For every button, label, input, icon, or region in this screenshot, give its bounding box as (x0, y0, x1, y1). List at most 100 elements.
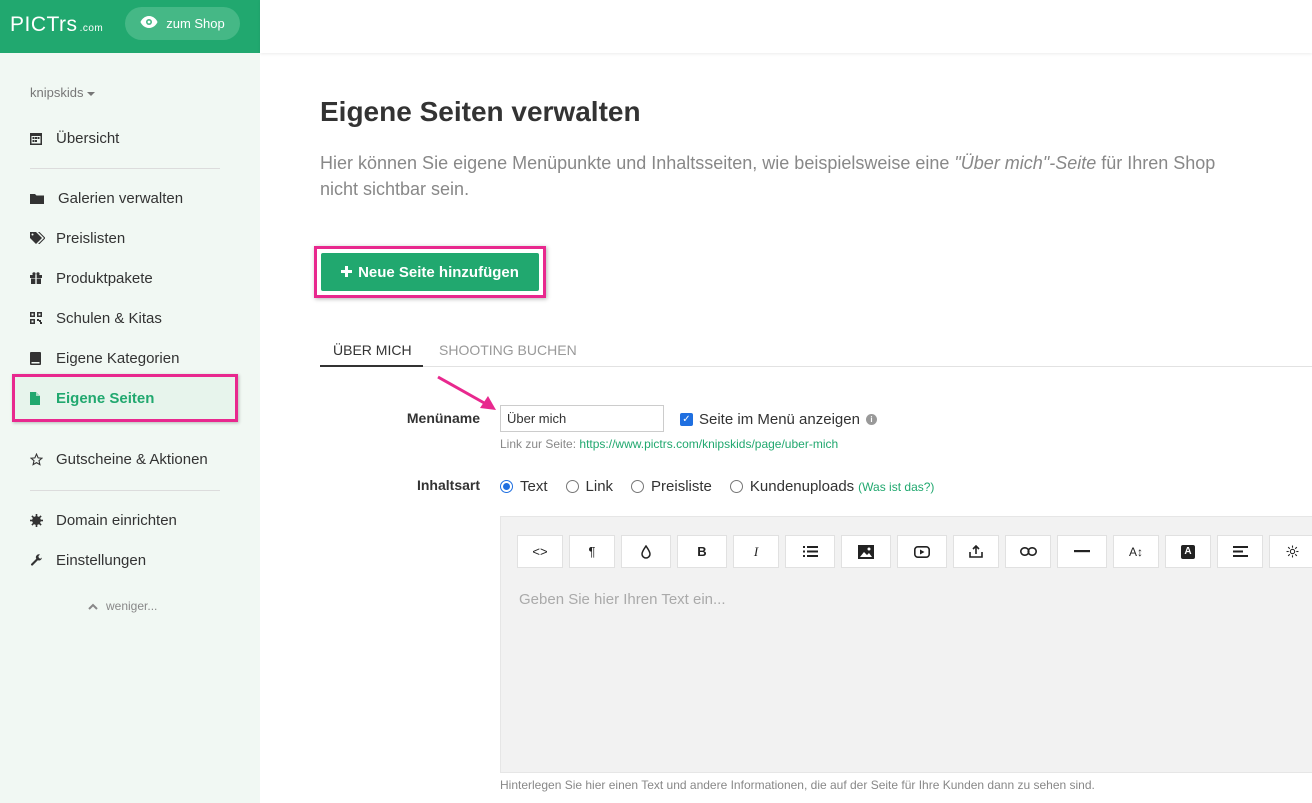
account-selector[interactable]: knipskids (30, 85, 96, 100)
font-size-glyph: A↕ (1128, 544, 1143, 559)
intro-text-part: für Ihren Shop (1096, 153, 1216, 173)
book-icon (30, 351, 56, 365)
radio-button[interactable] (631, 480, 645, 493)
paragraph-glyph: ¶ (588, 544, 596, 559)
font-color-glyph: A (1181, 544, 1195, 559)
sidebar-item-label: Preislisten (56, 229, 126, 247)
settings-icon[interactable] (1269, 535, 1312, 568)
active-tab-indicator (320, 365, 423, 367)
tags-icon (30, 232, 56, 244)
radio-text[interactable]: Text (500, 478, 548, 495)
file-icon (30, 391, 56, 405)
divider (30, 168, 220, 169)
page-title: Eigene Seiten verwalten (320, 96, 641, 127)
radio-label: Text (520, 478, 548, 495)
image-icon[interactable] (841, 535, 891, 568)
sidebar-item-categories[interactable]: Eigene Kategorien (30, 348, 179, 368)
color-drop-icon[interactable] (621, 535, 671, 568)
sidebar-item-domain[interactable]: Domain einrichten (30, 510, 177, 530)
chevron-up-icon (88, 599, 98, 613)
logo[interactable]: PICTrs .com (10, 13, 103, 37)
page-link-url[interactable]: https://www.pictrs.com/knipskids/page/ub… (579, 437, 838, 451)
to-shop-button[interactable]: zum Shop (125, 7, 240, 40)
show-in-menu-row: ✓ Seite im Menü anzeigen i (680, 411, 877, 428)
editor-hint: Hinterlegen Sie hier einen Text und ande… (500, 778, 1095, 792)
link-icon[interactable] (1005, 535, 1051, 568)
sidebar-item-label: Übersicht (56, 129, 120, 147)
brand-header: PICTrs .com zum Shop (0, 0, 260, 53)
plus-icon (341, 264, 353, 281)
radio-label: Preisliste (651, 478, 712, 495)
editor-toolbar: <> ¶ B I A↕ A (517, 535, 1312, 568)
page-link-line: Link zur Seite: https://www.pictrs.com/k… (500, 437, 838, 451)
intro-text-part: Hier können Sie eigene Menüpunkte und In… (320, 153, 955, 173)
sidebar-item-packages[interactable]: Produktpakete (30, 268, 153, 288)
show-in-menu-checkbox[interactable]: ✓ (680, 413, 693, 426)
sidebar-item-overview[interactable]: Übersicht (30, 128, 119, 148)
tab-ueber-mich[interactable]: ÜBER MICH (333, 342, 412, 358)
code-glyph: <> (532, 544, 548, 559)
divider (30, 490, 220, 491)
menu-name-label: Menüname (406, 410, 480, 426)
content-type-radio-group: Text Link Preisliste Kundenuploads (Was … (500, 478, 934, 495)
radio-customer-uploads[interactable]: Kundenuploads (729, 478, 855, 495)
tab-shooting-buchen[interactable]: SHOOTING BUCHEN (439, 342, 577, 358)
italic-icon[interactable]: I (733, 535, 779, 568)
sidebar-item-label: Domain einrichten (56, 511, 177, 529)
add-page-button[interactable]: Neue Seite hinzufügen (321, 253, 539, 291)
star-icon (30, 452, 56, 466)
menu-name-input[interactable] (500, 405, 664, 432)
bold-icon[interactable]: B (677, 535, 727, 568)
sidebar-item-label: Eigene Seiten (56, 389, 155, 407)
calendar-icon (30, 132, 56, 145)
eye-icon (140, 16, 158, 31)
italic-glyph: I (753, 543, 759, 559)
sidebar-item-label: Produktpakete (56, 269, 153, 287)
sidebar-item-label: Eigene Kategorien (56, 349, 180, 367)
radio-button[interactable] (500, 480, 513, 493)
radio-pricelist[interactable]: Preisliste (631, 478, 712, 495)
radio-label: Kundenuploads (749, 478, 855, 495)
show-in-menu-label: Seite im Menü anzeigen (699, 411, 860, 428)
sidebar-item-galleries[interactable]: Galerien verwalten (30, 188, 183, 208)
sidebar-item-vouchers[interactable]: Gutscheine & Aktionen (30, 449, 208, 469)
code-icon[interactable]: <> (517, 535, 563, 568)
to-shop-label: zum Shop (166, 16, 225, 31)
caret-down-icon (87, 91, 96, 96)
horizontal-rule-icon[interactable] (1057, 535, 1107, 568)
page-link-prefix: Link zur Seite: (500, 437, 577, 451)
content-type-label: Inhaltsart (416, 477, 480, 493)
sidebar-item-settings[interactable]: Einstellungen (30, 550, 146, 570)
list-icon[interactable] (785, 535, 835, 568)
show-less-toggle[interactable]: weniger... (88, 599, 157, 613)
align-icon[interactable] (1217, 535, 1263, 568)
sidebar-item-custom-pages[interactable]: Eigene Seiten (30, 388, 154, 408)
intro-text-emphasis: "Über mich"-Seite (954, 153, 1097, 173)
font-color-icon[interactable]: A (1165, 535, 1211, 568)
font-size-icon[interactable]: A↕ (1113, 535, 1159, 568)
radio-button[interactable] (565, 480, 579, 493)
sidebar: knipskids Übersicht Galerien verwalten P… (0, 53, 260, 803)
intro-text: Hier können Sie eigene Menüpunkte und In… (320, 150, 1312, 202)
radio-button[interactable] (729, 480, 743, 493)
sidebar-item-pricelists[interactable]: Preislisten (30, 228, 125, 248)
sidebar-item-label: Einstellungen (56, 551, 147, 569)
qrcode-icon (30, 312, 56, 324)
top-bar (260, 0, 1312, 53)
intro-text-line2: nicht sichtbar sein. (320, 179, 470, 199)
radio-link[interactable]: Link (565, 478, 614, 495)
video-icon[interactable] (897, 535, 947, 568)
editor-content[interactable]: Geben Sie hier Ihren Text ein... (519, 591, 726, 608)
help-link[interactable]: (Was ist das?) (858, 480, 934, 494)
rich-text-editor: <> ¶ B I A↕ A Geben Sie hier Ihren Text … (500, 516, 1312, 773)
sidebar-item-schools[interactable]: Schulen & Kitas (30, 308, 162, 328)
info-icon[interactable]: i (865, 414, 877, 425)
paragraph-icon[interactable]: ¶ (569, 535, 615, 568)
tabs-divider (320, 366, 1312, 367)
add-page-label: Neue Seite hinzufügen (358, 263, 519, 281)
upload-icon[interactable] (953, 535, 999, 568)
show-less-label: weniger... (106, 599, 158, 613)
radio-label: Link (585, 478, 614, 495)
cog-icon (30, 513, 56, 527)
bold-glyph: B (697, 544, 707, 559)
